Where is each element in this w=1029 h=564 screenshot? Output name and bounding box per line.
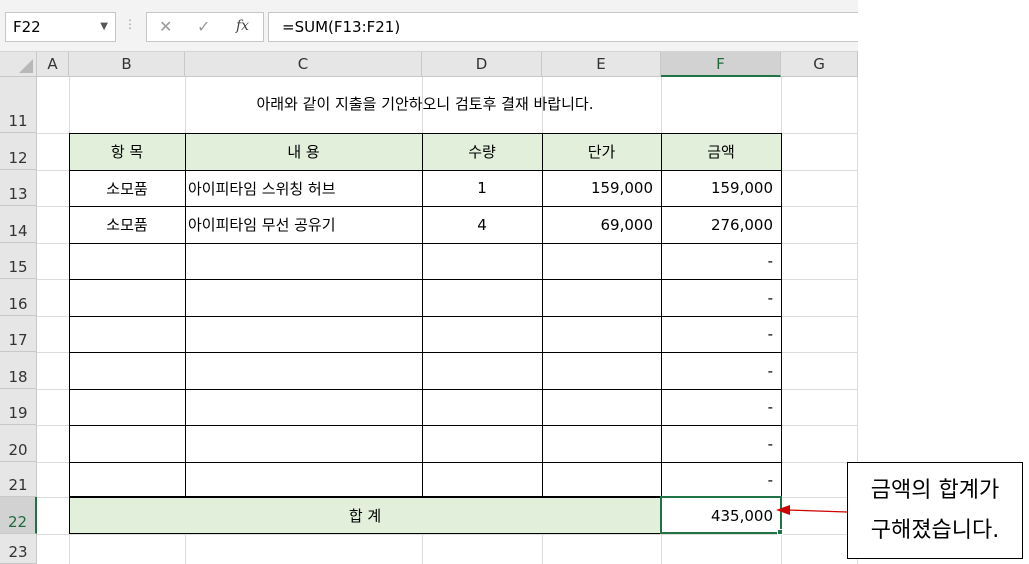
callout-line-2: 구해졌습니다. — [870, 518, 1000, 543]
callout-line-1: 금액의 합계가 — [870, 478, 1000, 503]
annotation-callout: 금액의 합계가 구해졌습니다. — [847, 462, 1023, 559]
